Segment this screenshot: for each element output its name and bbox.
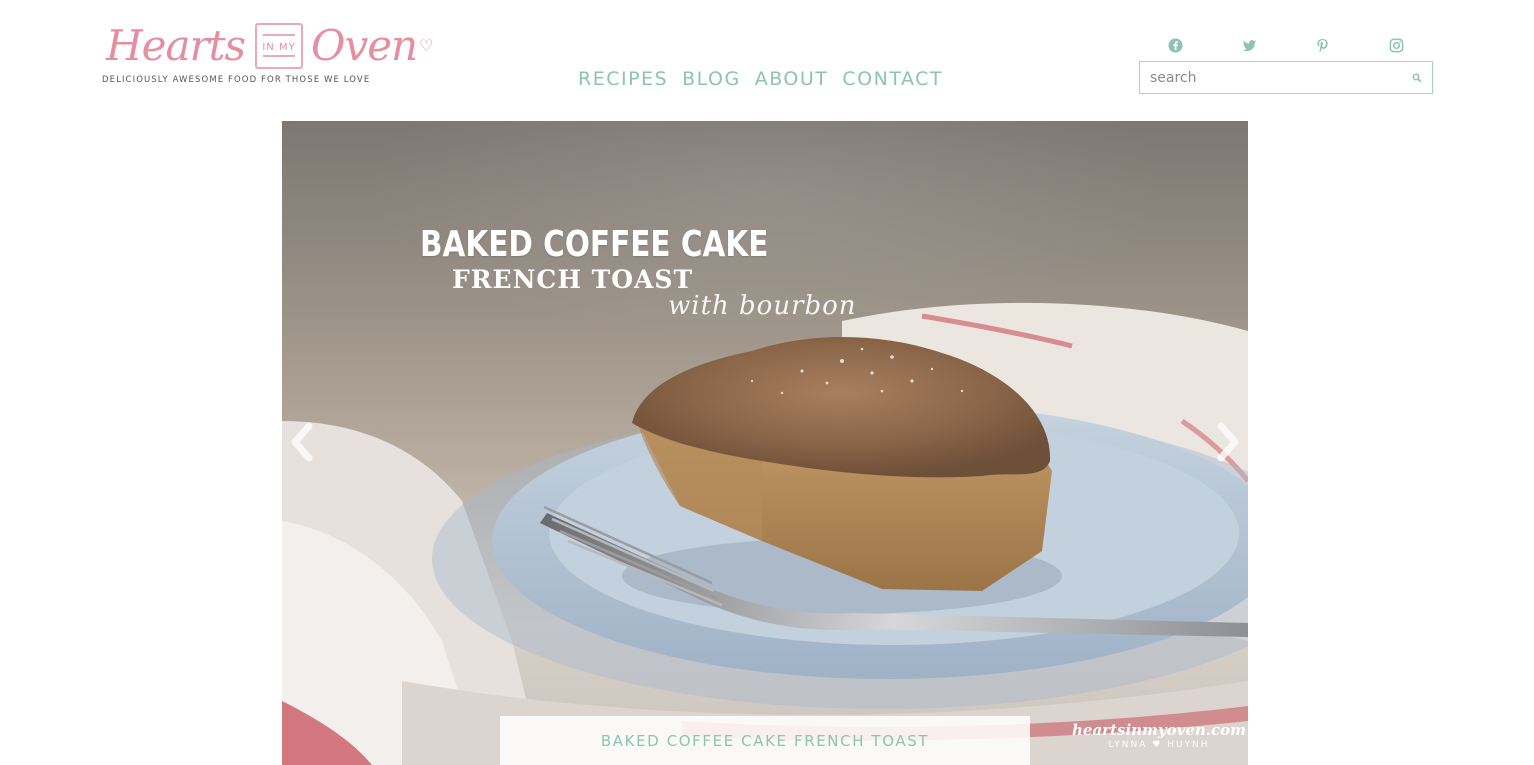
- featured-slider[interactable]: BAKED COFFEE CAKE FRENCH TOAST with bour…: [282, 121, 1248, 765]
- site-logo[interactable]: Hearts IN MY Oven ♡ DELICIOUSLY AWESOME …: [102, 18, 433, 90]
- facebook-icon[interactable]: [1167, 36, 1185, 54]
- pinterest-icon[interactable]: [1314, 36, 1332, 54]
- nav-about[interactable]: ABOUT: [755, 68, 829, 90]
- heart-icon: ♡: [419, 38, 434, 55]
- logo-word-hearts: Hearts: [106, 21, 246, 70]
- chevron-left-icon[interactable]: [282, 419, 322, 465]
- slide-photo: [282, 302, 1248, 765]
- slide-caption-text: BAKED COFFEE CAKE FRENCH TOAST: [600, 731, 930, 750]
- logo-wordmark: Hearts IN MY Oven ♡: [106, 18, 433, 74]
- instagram-icon[interactable]: [1387, 36, 1405, 54]
- slide-caption[interactable]: BAKED COFFEE CAKE FRENCH TOAST: [500, 716, 1030, 765]
- search-icon[interactable]: [1402, 62, 1432, 93]
- search-input[interactable]: [1140, 62, 1402, 93]
- watermark-author: LYNNA ♥ HUYNH: [1108, 740, 1210, 750]
- main-nav: RECIPES BLOG ABOUT CONTACT: [578, 68, 943, 90]
- slide-subheading: FRENCH TOAST: [452, 265, 694, 294]
- nav-recipes[interactable]: RECIPES: [578, 68, 668, 90]
- chevron-right-icon[interactable]: [1208, 419, 1248, 465]
- oven-icon: IN MY: [255, 23, 304, 69]
- photo-watermark: heartsinmyoven.com LYNNA ♥ HUYNH: [1072, 721, 1246, 750]
- search-box: [1139, 61, 1433, 94]
- twitter-icon[interactable]: [1240, 36, 1258, 54]
- slide-heading: BAKED COFFEE CAKE: [420, 224, 769, 265]
- slide-script-text: with bourbon: [668, 291, 857, 321]
- logo-word-oven: Oven: [311, 21, 418, 70]
- watermark-site: heartsinmyoven.com: [1072, 721, 1247, 739]
- site-tagline: DELICIOUSLY AWESOME FOOD FOR THOSE WE LO…: [102, 75, 371, 85]
- logo-word-in-my: IN MY: [262, 41, 296, 53]
- nav-contact[interactable]: CONTACT: [842, 68, 943, 90]
- nav-blog[interactable]: BLOG: [682, 68, 741, 90]
- social-links: [1139, 36, 1433, 54]
